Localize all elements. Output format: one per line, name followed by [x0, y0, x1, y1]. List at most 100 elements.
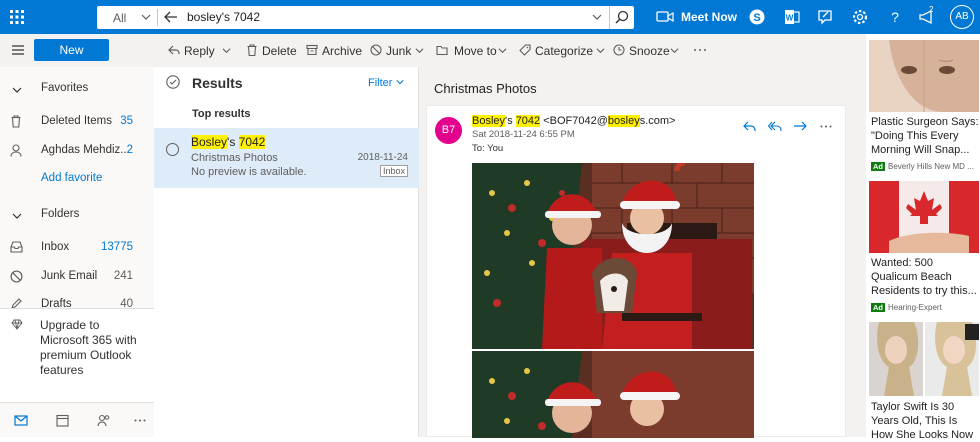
results-heading: Results — [192, 75, 243, 91]
app-launcher-icon[interactable] — [9, 9, 25, 25]
reply-icon[interactable] — [743, 120, 757, 133]
more-options-icon[interactable] — [820, 125, 832, 128]
sidebar-item-aghdas[interactable]: Aghdas Mehdiz... 2 — [0, 139, 154, 163]
folders-header[interactable]: Folders — [0, 203, 154, 227]
delete-button[interactable]: Delete — [246, 44, 297, 58]
diamond-icon — [11, 319, 23, 330]
ad-image — [869, 181, 979, 253]
sender-name: Bosley's 7042 — [191, 135, 266, 149]
ad-source: Ad Beverly Hills New MD ... — [871, 162, 974, 171]
top-bar: All bosley's 7042 Meet Now S W ? 2 AB — [0, 0, 980, 34]
people-icon[interactable] — [97, 414, 111, 427]
chevron-down-icon — [395, 80, 404, 85]
gear-icon[interactable] — [851, 8, 869, 26]
sidebar-item-label: Inbox — [41, 241, 70, 253]
chevron-down-icon — [12, 213, 22, 219]
inbox-icon — [10, 241, 23, 253]
ad-label: Ad — [871, 303, 885, 312]
search-scope-dropdown[interactable]: All — [97, 6, 157, 29]
preview-text: No preview is available. — [191, 166, 307, 178]
trash-icon — [247, 44, 257, 56]
forward-icon[interactable] — [793, 120, 807, 133]
ad-source-text: Hearing-Expert — [888, 303, 942, 312]
chevron-down-icon[interactable] — [222, 46, 231, 55]
sidebar-item-deleted-items[interactable]: Deleted Items 35 — [0, 110, 154, 134]
message-card: B7 Bosley's 7042 <BOF7042@bosleys.com> S… — [426, 105, 846, 438]
skype-icon[interactable]: S — [748, 8, 766, 26]
reply-label: Reply — [184, 44, 215, 58]
snooze-button[interactable]: Snooze — [613, 44, 679, 58]
search-scope-label: All — [113, 11, 127, 25]
search-button[interactable] — [609, 6, 634, 29]
office-icon[interactable]: W — [783, 8, 801, 26]
new-message-button[interactable]: New message — [34, 39, 109, 79]
calendar-icon[interactable] — [56, 414, 69, 427]
christmas-photo-2[interactable] — [472, 351, 754, 438]
chevron-down-icon[interactable] — [592, 12, 602, 22]
upgrade-banner[interactable]: Upgrade to Microsoft 365 with premium Ou… — [0, 308, 154, 403]
filter-button[interactable]: Filter — [368, 77, 404, 89]
video-camera-icon — [656, 11, 674, 23]
christmas-photo[interactable] — [472, 163, 754, 349]
junk-button[interactable]: Junk — [370, 44, 426, 58]
search-input[interactable]: bosley's 7042 — [187, 10, 260, 24]
select-all-check-icon[interactable] — [166, 75, 180, 89]
reply-icon — [168, 45, 180, 55]
hamburger-menu-icon[interactable] — [11, 44, 25, 56]
archive-icon — [306, 44, 318, 56]
categorize-button[interactable]: Categorize — [519, 44, 605, 58]
search-box[interactable]: All bosley's 7042 — [97, 6, 634, 29]
highlight: Bosley — [472, 115, 506, 127]
reading-pane: Christmas Photos B7 Bosley's 7042 <BOF70… — [419, 67, 866, 438]
move-to-button[interactable]: Move to — [436, 44, 510, 58]
svg-text:?: ? — [891, 9, 899, 25]
chevron-down-icon — [415, 48, 424, 54]
module-switcher — [0, 402, 154, 437]
block-icon — [370, 44, 382, 56]
notification-badge: 2 — [929, 5, 934, 14]
ad-item[interactable]: Wanted: 500 Qualicum Beach Residents to … — [869, 181, 979, 316]
mail-icon[interactable] — [14, 415, 28, 426]
filter-label: Filter — [368, 77, 393, 89]
feedback-icon[interactable] — [816, 8, 834, 26]
sidebar-item-inbox[interactable]: Inbox 13775 — [0, 236, 154, 260]
trash-icon — [11, 115, 21, 128]
conversation-title: Christmas Photos — [434, 81, 537, 96]
list-item[interactable]: Bosley's 7042 Christmas Photos No previe… — [154, 128, 419, 188]
canada-flag-image — [869, 181, 979, 253]
sender-text: 's — [505, 115, 516, 127]
block-icon — [10, 270, 23, 283]
christmas-photo-2-image — [472, 351, 754, 438]
select-circle[interactable] — [166, 143, 179, 156]
reply-all-icon[interactable] — [768, 120, 782, 133]
highlight: bosley — [607, 115, 640, 127]
more-apps-icon[interactable] — [134, 419, 146, 422]
folder-tag: Inbox — [379, 165, 408, 177]
upgrade-text: Upgrade to Microsoft 365 with premium Ou… — [40, 318, 137, 377]
categorize-label: Categorize — [535, 44, 594, 58]
sidebar-item-junk-email[interactable]: Junk Email 241 — [0, 265, 154, 289]
more-options-icon[interactable] — [693, 48, 707, 52]
help-icon[interactable]: ? — [886, 8, 904, 26]
archive-button[interactable]: Archive — [306, 44, 362, 58]
ad-image — [869, 322, 979, 396]
back-arrow-icon[interactable] — [163, 10, 179, 24]
ad-source: Ad Hearing-Expert — [871, 303, 942, 312]
ad-item[interactable]: Taylor Swift Is 30 Years Old, This Is Ho… — [869, 322, 979, 441]
clock-icon — [613, 44, 625, 56]
reply-button[interactable]: Reply — [168, 44, 238, 58]
ad-item[interactable]: Plastic Surgeon Says: "Doing This Every … — [869, 40, 979, 175]
favorites-header[interactable]: Favorites — [0, 77, 154, 101]
sender-text: 's — [227, 135, 239, 149]
ad-image — [869, 40, 979, 112]
chevron-down-icon — [498, 48, 507, 54]
svg-text:W: W — [786, 14, 794, 23]
add-favorite-link[interactable]: Add favorite — [0, 167, 154, 191]
highlight: 7042 — [238, 135, 266, 149]
face-image — [869, 40, 979, 112]
avatar[interactable]: AB — [950, 5, 974, 29]
sent-date: Sat 2018-11-24 6:55 PM — [472, 129, 575, 140]
avatar: B7 — [435, 117, 462, 144]
celebrity-photo-image — [869, 322, 979, 396]
chevron-down-icon — [670, 48, 679, 54]
